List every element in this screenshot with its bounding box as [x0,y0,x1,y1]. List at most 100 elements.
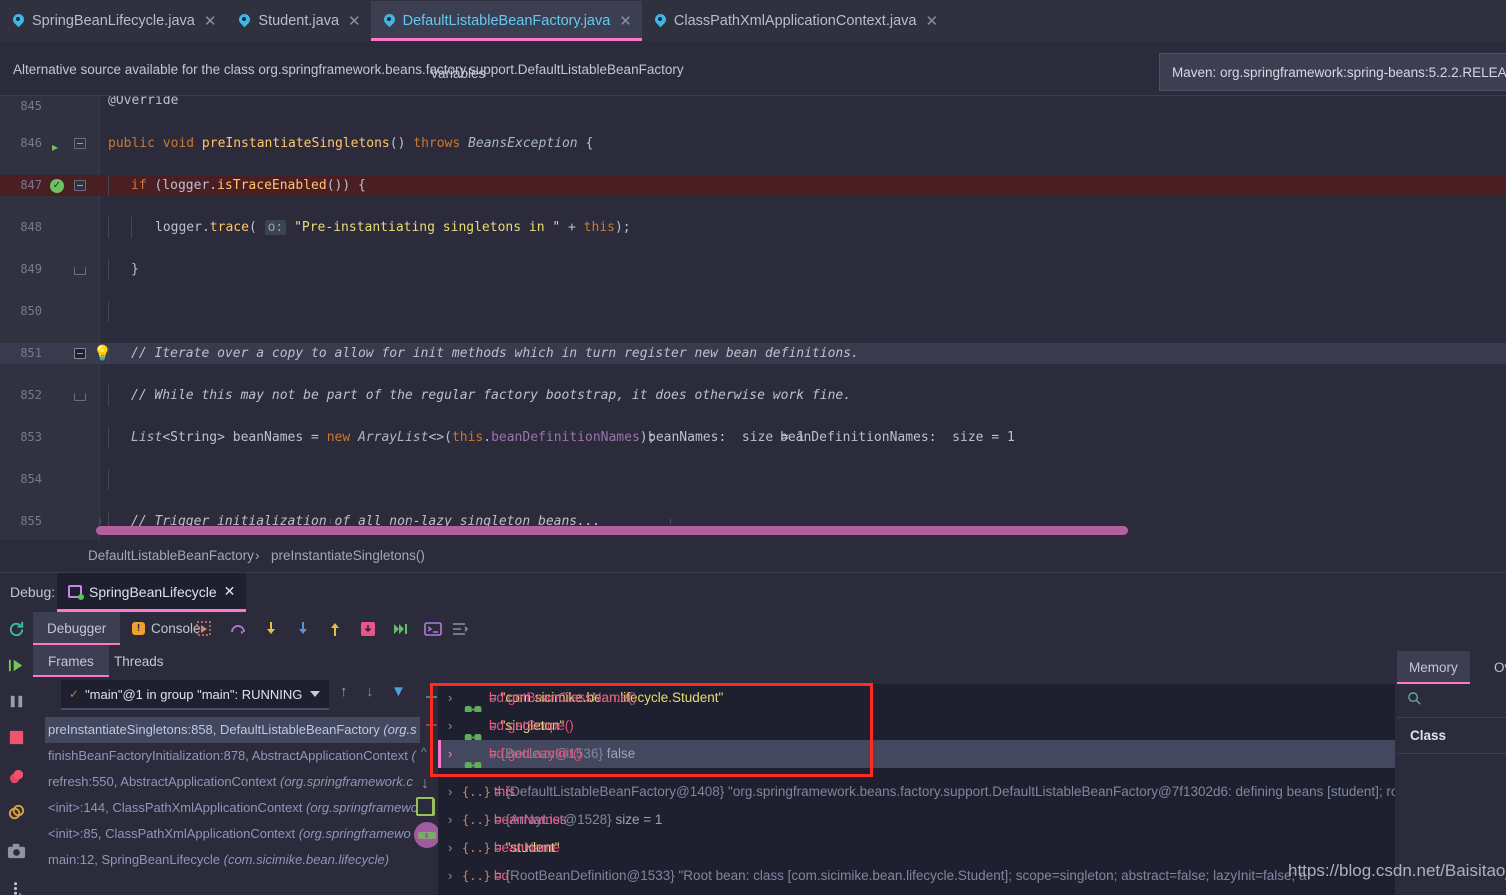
code-line: 848 logger.trace( o: "Pre-instantiating … [0,217,1506,238]
memory-column-header[interactable]: Class [1397,718,1506,754]
line-number: 853 [20,430,42,444]
variable-row-watch[interactable]: › bd.getBeanClassName() = "com.sicimike.… [438,684,1395,712]
stack-frame-row[interactable]: <init>:85, ClassPathXmlApplicationContex… [45,821,425,847]
expand-chevron-icon[interactable]: › [448,862,452,890]
breadcrumb-method[interactable]: preInstantiateSingletons() [271,548,425,563]
warning-icon: ! [132,622,145,635]
screenshot-icon[interactable] [7,842,26,861]
inline-debug-hint: beanDefinitionNames: size = 1 [780,430,1015,445]
java-class-icon [238,14,252,29]
view-breakpoints-icon[interactable] [7,767,26,786]
line-code: } [131,262,139,277]
tab-threads[interactable]: Threads [99,645,179,677]
search-icon[interactable] [1407,691,1422,711]
line-number: 854 [20,472,42,486]
show-execution-point-icon[interactable] [195,620,213,638]
expand-chevron-icon[interactable]: › [448,712,452,740]
watch-glasses-icon [464,751,483,768]
close-icon[interactable]: ✕ [925,14,938,29]
line-number: 847 [20,178,42,192]
code-editor[interactable]: 845 @Override 846 ▸ public void preInsta… [0,96,1506,540]
memory-search-row[interactable] [1397,684,1506,718]
line-code: // While this may not be part of the reg… [131,388,852,403]
variable-row-watch-selected[interactable]: › bd.getLazyInit() = {Boolean@1536} fals… [438,740,1395,768]
stack-frame-text: <init>:85, ClassPathXmlApplicationContex… [48,826,296,841]
breakpoint-verified-icon[interactable]: ✓ [50,179,64,193]
line-number: 846 [20,136,42,150]
stack-frame-row[interactable]: main:12, SpringBeanLifecycle (com.sicimi… [45,847,425,873]
move-down-icon[interactable]: ↓ [421,775,429,793]
expand-chevron-icon[interactable]: › [448,684,452,712]
debug-session-tab[interactable]: SpringBeanLifecycle ✕ [57,573,247,612]
run-configuration-icon [68,585,84,600]
expand-chevron-icon[interactable]: › [448,778,452,806]
move-down-icon[interactable]: ↓ [366,683,374,700]
editor-horizontal-scrollbar[interactable] [96,526,1128,535]
code-line: 852 // While this may not be part of the… [0,385,1506,406]
variable-row[interactable]: › {..} beanName = "student" [438,834,1395,862]
chevron-down-icon[interactable] [310,691,320,697]
avatar[interactable] [414,822,440,848]
copy-icon[interactable] [416,797,435,816]
maven-library-label: Maven: org.springframework:spring-beans:… [1172,64,1506,80]
editor-tab-classpathxmlapplicationcontext[interactable]: ClassPathXmlApplicationContext.java ✕ [642,1,948,41]
breadcrumb-class[interactable]: DefaultListableBeanFactory [88,548,254,563]
close-icon[interactable]: ✕ [224,583,236,600]
expand-chevron-icon[interactable]: › [448,834,452,862]
layout-settings-icon[interactable] [451,620,469,638]
expand-chevron-icon[interactable]: › [448,740,452,768]
variable-row[interactable]: › {..} beanNames = {ArrayList@1528} size… [438,806,1395,834]
run-to-cursor-icon[interactable] [391,620,409,638]
close-icon[interactable]: ✕ [204,14,217,29]
editor-tab-defaultlistablebeanfactory[interactable]: DefaultListableBeanFactory.java ✕ [370,1,643,41]
line-number: 845 [20,99,42,113]
mute-breakpoints-icon[interactable] [7,803,26,822]
close-icon[interactable]: ✕ [348,14,361,29]
expand-chevron-icon[interactable]: › [448,806,452,834]
run-method-gutter-icon[interactable]: ▸ [52,137,65,154]
force-step-into-icon[interactable] [294,620,312,638]
code-fold-icon[interactable] [74,180,86,191]
variables-panel[interactable]: › bd.getBeanClassName() = "com.sicimike.… [438,684,1395,895]
rerun-icon[interactable] [7,620,26,639]
pause-program-icon[interactable] [7,692,26,711]
variable-value: "Root bean: class [com.sicimike.bean.lif… [678,868,1307,883]
stop-icon[interactable] [7,728,26,747]
stack-frame-row[interactable]: <init>:144, ClassPathXmlApplicationConte… [45,795,425,821]
line-code: logger.trace( o: "Pre-instantiating sing… [155,220,631,235]
variable-name: bd.getLazyInit() [489,746,583,761]
code-fold-icon[interactable] [74,138,86,149]
tab-memory[interactable]: Memory [1397,651,1470,684]
filter-icon[interactable]: ▼ [391,683,406,700]
tab-debugger[interactable]: Debugger [33,612,121,645]
collapse-chevron-icon[interactable]: ^ [421,745,427,759]
evaluate-expression-icon[interactable] [424,620,442,638]
editor-tab-bar: SpringBeanLifecycle.java ✕ Student.java … [0,0,1506,41]
step-over-icon[interactable] [229,620,247,638]
variable-row-watch[interactable]: › bd.getScope() = "singleton" [438,712,1395,740]
code-fold-end-icon[interactable] [74,267,86,275]
step-into-icon[interactable] [262,620,280,638]
tab-label: Over [1494,660,1506,675]
stack-frame-row[interactable]: finishBeanFactoryInitialization:878, Abs… [45,743,425,769]
line-number: 855 [20,514,42,528]
code-fold-end-icon[interactable] [74,393,86,401]
variable-row[interactable]: › {..} bd = {RootBeanDefinition@1533} "R… [438,862,1395,890]
more-options-icon[interactable] [7,880,26,895]
tab-frames[interactable]: Frames [33,645,109,677]
object-braces-icon: {..} [462,785,491,799]
thread-selector[interactable]: ✓ "main"@1 in group "main": RUNNING [61,680,329,708]
variable-row[interactable]: › {..} this = {DefaultListableBeanFactor… [438,778,1395,806]
editor-tab-student[interactable]: Student.java ✕ [226,1,370,41]
code-fold-icon[interactable] [74,348,86,359]
stack-frame-row[interactable]: refresh:550, AbstractApplicationContext … [45,769,425,795]
tab-overhead[interactable]: Over [1482,651,1506,684]
resume-program-icon[interactable] [7,656,26,675]
drop-frame-icon[interactable] [359,620,377,638]
editor-tab-springbeanlifecycle[interactable]: SpringBeanLifecycle.java ✕ [0,1,226,41]
stack-frame-row[interactable]: preInstantiateSingletons:858, DefaultLis… [45,717,420,743]
thread-selector-value: "main"@1 in group "main": RUNNING [85,686,303,702]
move-up-icon[interactable]: ↑ [340,683,348,700]
step-out-icon[interactable] [326,620,344,638]
close-icon[interactable]: ✕ [619,14,632,29]
